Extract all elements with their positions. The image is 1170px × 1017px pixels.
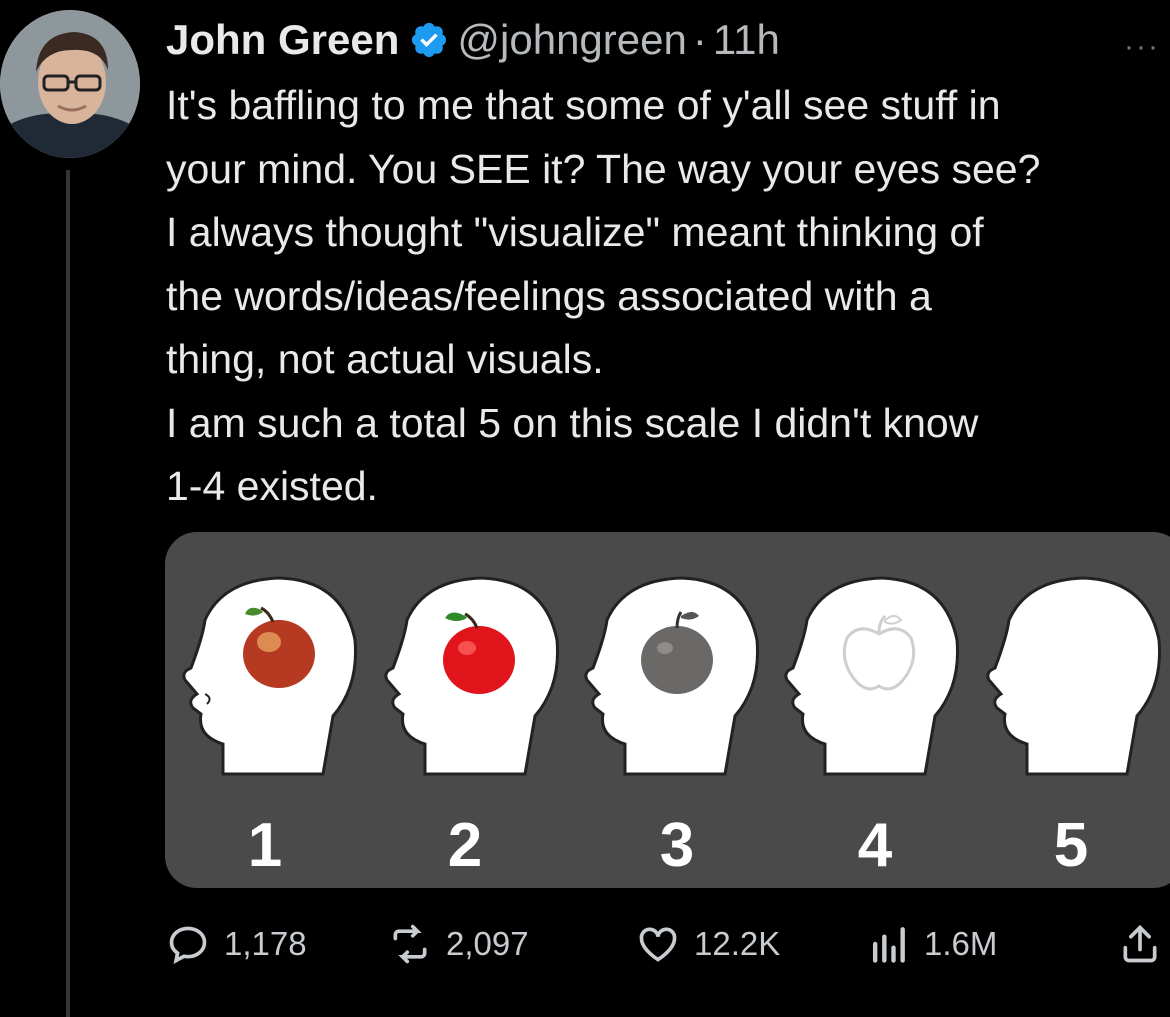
reply-icon	[169, 926, 207, 964]
tweet-line: the words/ideas/feelings associated with…	[166, 272, 932, 319]
share-button[interactable]	[1118, 916, 1170, 972]
timestamp[interactable]: 11h	[713, 16, 780, 64]
scale-label-3: 3	[659, 811, 695, 880]
head-illustration-1	[182, 576, 358, 791]
head-illustration-2	[384, 576, 560, 791]
repost-count: 2,097	[446, 925, 529, 962]
tweet-media-image[interactable]: 1 2 3 4 5	[165, 532, 1170, 888]
reply-button[interactable]: 1,178	[166, 916, 307, 972]
tweet-line: I always thought "visualize" meant think…	[166, 209, 984, 255]
tweet-line: your mind. You SEE it? The way your eyes…	[166, 145, 1041, 192]
share-icon	[1123, 924, 1157, 963]
author-handle[interactable]: @johngreen	[457, 16, 686, 64]
scale-label-1: 1	[247, 811, 283, 880]
repost-button[interactable]: 2,097	[388, 916, 529, 972]
scale-label-2: 2	[447, 811, 483, 880]
head-illustration-3	[584, 576, 760, 791]
like-icon	[639, 927, 677, 962]
tweet-line: I am such a total 5 on this scale I didn…	[166, 399, 979, 446]
separator-dot: ·	[692, 16, 707, 63]
more-icon[interactable]: ···	[1124, 30, 1160, 64]
like-button[interactable]: 12.2K	[636, 916, 780, 972]
tweet-line: It's baffling to me that some of y'all s…	[166, 82, 1001, 128]
verified-badge-icon	[412, 22, 447, 58]
avatar[interactable]	[0, 10, 140, 158]
head-illustration-4	[784, 576, 960, 791]
head-illustration-5	[986, 576, 1162, 791]
author-name[interactable]: John Green	[166, 16, 399, 64]
like-count: 12.2K	[694, 925, 781, 962]
views-icon	[872, 927, 905, 963]
tweet-actions: 1,178 2,097 12.2K 1.6M	[166, 916, 1170, 972]
views-button[interactable]: 1.6M	[866, 916, 997, 972]
thread-line	[66, 170, 70, 1017]
tweet-line: thing, not actual visuals.	[166, 336, 604, 382]
scale-label-5: 5	[1053, 811, 1089, 880]
scale-label-4: 4	[857, 811, 893, 880]
tweet-header: John Green @johngreen · 11h	[166, 12, 780, 68]
tweet-line: 1-4 existed.	[166, 463, 378, 509]
repost-icon	[393, 924, 427, 964]
tweet-text: It's baffling to me that some of y'all s…	[166, 74, 1166, 519]
reply-count: 1,178	[224, 925, 307, 962]
views-count: 1.6M	[924, 925, 998, 962]
